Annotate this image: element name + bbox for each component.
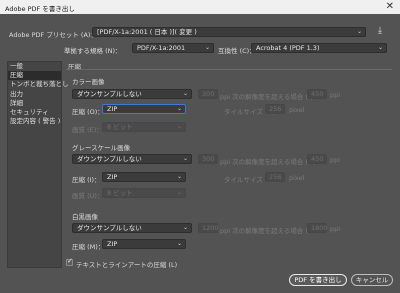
compress-text-checkbox[interactable]: ✓ bbox=[66, 257, 73, 266]
gray-quality-label: 画質 (U)： bbox=[72, 192, 104, 200]
mono-downsample-value: ダウンサンプルしない bbox=[77, 224, 142, 232]
sidebar-item-marks-bleeds[interactable]: トンボと裁ち落とし bbox=[8, 80, 69, 89]
chevron-down-icon: ⌄ bbox=[176, 240, 182, 247]
sidebar-item-general[interactable]: 一般 bbox=[8, 62, 61, 71]
color-quality-value: 8 ビット bbox=[107, 123, 133, 131]
divider bbox=[66, 69, 392, 70]
color-ppi-input[interactable]: 300 bbox=[198, 89, 218, 99]
close-icon[interactable]: ✕ bbox=[386, 1, 394, 12]
sidebar-item-security[interactable]: セキュリティ bbox=[8, 108, 61, 117]
color-ppi-text: ppi 次の解像度を超える場合 (Q) bbox=[220, 93, 316, 101]
color-images-heading: カラー画像 bbox=[72, 78, 105, 86]
mono-ppi-unit: ppi bbox=[330, 225, 341, 233]
mono-downsample-dropdown[interactable]: ダウンサンプルしない ⌄ bbox=[72, 223, 192, 233]
color-compression-label: 圧縮 (O)： bbox=[72, 108, 104, 116]
chevron-down-icon: ⌄ bbox=[356, 28, 362, 35]
gray-ppi-text: ppi 次の解像度を超える場合 (G) bbox=[220, 158, 316, 166]
color-tile-input[interactable]: 256 bbox=[265, 104, 285, 114]
mono-ppi-text: ppi 次の解像度を超える場合 (B) bbox=[220, 227, 316, 235]
sidebar-item-summary[interactable]: 設定内容 ( 警告 ) bbox=[8, 117, 61, 126]
mono-threshold-input[interactable]: 1800 bbox=[307, 223, 328, 233]
chevron-down-icon: ⌄ bbox=[204, 44, 210, 51]
sidebar-item-advanced[interactable]: 詳細 bbox=[8, 99, 61, 108]
gray-tile-input[interactable]: 256 bbox=[265, 172, 285, 182]
compat-dropdown[interactable]: Acrobat 4 (PDF 1.3) ⌄ bbox=[251, 43, 387, 53]
gray-downsample-dropdown[interactable]: ダウンサンプルしない ⌄ bbox=[72, 154, 192, 164]
mono-compression-label: 圧縮 (M)： bbox=[72, 243, 105, 251]
compat-value: Acrobat 4 (PDF 1.3) bbox=[256, 44, 320, 52]
color-ppi-unit: ppi bbox=[330, 91, 341, 99]
sidebar-item-output[interactable]: 出力 bbox=[8, 90, 61, 99]
standard-dropdown[interactable]: PDF/X-1a:2001 ⌄ bbox=[132, 43, 214, 53]
mono-compression-dropdown[interactable]: ZIP ⌄ bbox=[102, 239, 186, 249]
compress-text-label: テキストとラインアートの圧縮 (L) bbox=[76, 261, 178, 269]
preset-label: Adobe PDF プリセット (A)： bbox=[9, 31, 97, 39]
chevron-down-icon: ⌄ bbox=[182, 155, 188, 162]
title-bar: Adobe PDF を書き出し ✕ bbox=[0, 0, 400, 14]
gray-compression-dropdown[interactable]: ZIP ⌄ bbox=[102, 172, 186, 182]
gray-compression-value: ZIP bbox=[107, 173, 118, 181]
color-threshold-input[interactable]: 450 bbox=[307, 89, 327, 99]
color-quality-label: 画質 (E)： bbox=[72, 126, 103, 134]
chevron-down-icon: ⌄ bbox=[176, 105, 182, 112]
category-sidebar: 一般 圧縮 トンボと裁ち落とし 出力 詳細 セキュリティ 設定内容 ( 警告 ) bbox=[7, 61, 69, 268]
standard-label: 準拠する規格 (N)： bbox=[64, 47, 122, 55]
cancel-button[interactable]: キャンセル bbox=[351, 274, 393, 286]
color-compression-dropdown[interactable]: ZIP ⌄ bbox=[102, 104, 186, 114]
gray-downsample-value: ダウンサンプルしない bbox=[77, 155, 142, 163]
gray-quality-value: 8 ビット bbox=[107, 189, 133, 197]
save-preset-icon[interactable]: ⤓ bbox=[378, 26, 382, 36]
gray-images-heading: グレースケール画像 bbox=[72, 144, 131, 152]
color-quality-dropdown[interactable]: 8 ビット ⌄ bbox=[102, 122, 186, 132]
preset-dropdown[interactable]: [PDF/X-1a:2001 ( 日本 )]( 変更 ) ⌄ bbox=[92, 27, 366, 37]
mono-ppi-input[interactable]: 1200 bbox=[198, 223, 219, 233]
gray-tile-unit: pixel bbox=[289, 174, 305, 182]
export-pdf-button[interactable]: PDF を書き出し bbox=[289, 274, 347, 286]
chevron-down-icon: ⌄ bbox=[176, 123, 182, 130]
gray-threshold-input[interactable]: 450 bbox=[307, 154, 327, 164]
color-compression-value: ZIP bbox=[107, 105, 118, 113]
mono-images-heading: 白黒画像 bbox=[72, 213, 98, 221]
sidebar-item-compression[interactable]: 圧縮 bbox=[8, 71, 61, 80]
chevron-down-icon: ⌄ bbox=[182, 90, 188, 97]
window-title: Adobe PDF を書き出し bbox=[5, 5, 75, 13]
chevron-down-icon: ⌄ bbox=[176, 189, 182, 196]
color-downsample-dropdown[interactable]: ダウンサンプルしない ⌄ bbox=[72, 89, 192, 99]
standard-value: PDF/X-1a:2001 bbox=[137, 44, 186, 52]
color-tile-unit: pixel bbox=[289, 106, 305, 114]
chevron-down-icon: ⌄ bbox=[182, 224, 188, 231]
gray-quality-dropdown[interactable]: 8 ビット ⌄ bbox=[102, 188, 186, 198]
gray-compression-label: 圧縮 (I)： bbox=[72, 176, 101, 184]
color-downsample-value: ダウンサンプルしない bbox=[77, 90, 142, 98]
mono-compression-value: ZIP bbox=[107, 240, 118, 248]
checkmark-icon: ✓ bbox=[67, 257, 73, 265]
chevron-down-icon: ⌄ bbox=[377, 44, 383, 51]
chevron-down-icon: ⌄ bbox=[176, 173, 182, 180]
gray-ppi-unit: ppi bbox=[330, 156, 341, 164]
preset-value: [PDF/X-1a:2001 ( 日本 )]( 変更 ) bbox=[97, 28, 197, 36]
gray-ppi-input[interactable]: 300 bbox=[198, 154, 218, 164]
